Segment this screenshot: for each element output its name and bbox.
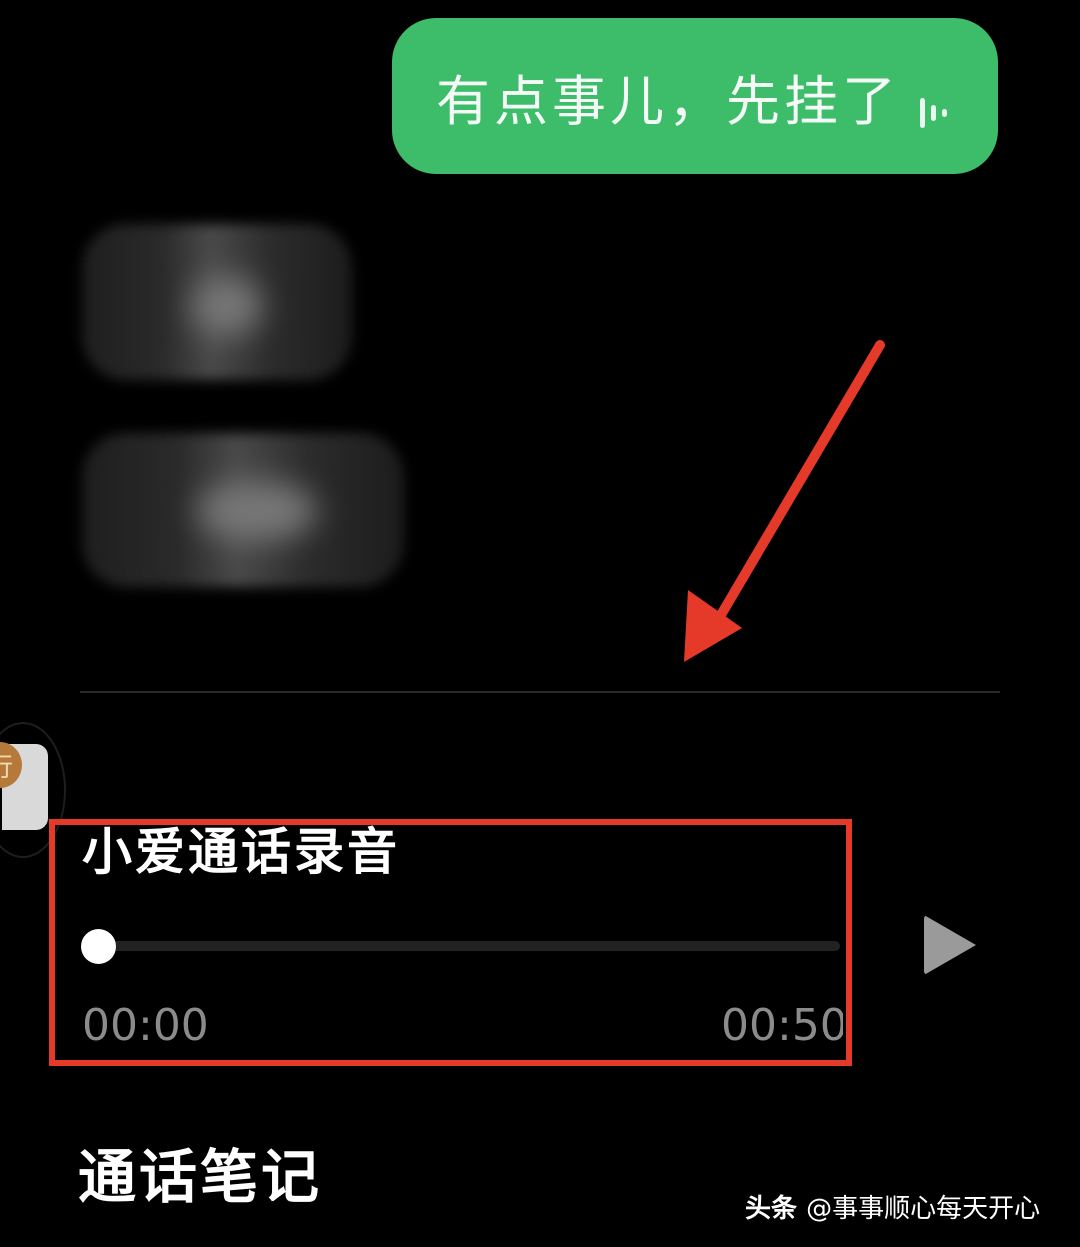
side-button-glyph: 行 bbox=[0, 747, 13, 784]
watermark-brand: 头条 bbox=[745, 1194, 798, 1224]
call-notes-heading[interactable]: 通话笔记 bbox=[78, 1130, 322, 1214]
watermark-handle: @事事顺心每天开心 bbox=[806, 1194, 1041, 1224]
watermark: 头条 @事事顺心每天开心 bbox=[745, 1188, 1040, 1225]
annotation-highlight-box bbox=[49, 819, 852, 1066]
section-divider bbox=[80, 691, 1000, 693]
play-icon[interactable] bbox=[924, 915, 976, 975]
